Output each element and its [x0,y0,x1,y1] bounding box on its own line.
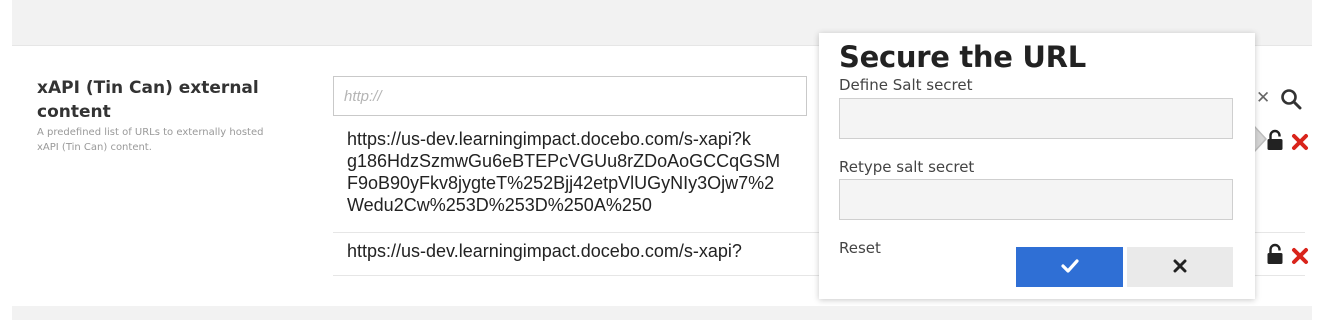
confirm-button[interactable] [1016,247,1123,287]
url-line: g186HdzSzmwGu6eBTEPcVGUu8rZDoAoGCCqGSM [347,151,781,171]
url-list-item: https://us-dev.learningimpact.docebo.com… [333,128,813,228]
url-line: Wedu2Cw%253D%253D%250A%250 [347,195,652,215]
retype-salt-label: Retype salt secret [839,158,975,176]
popover-title: Secure the URL [839,40,1086,74]
close-icon [1173,259,1187,276]
delete-icon[interactable] [1291,247,1309,270]
url-line: https://us-dev.learningimpact.docebo.com… [347,129,751,149]
field-description: A predefined list of URLs to externally … [37,127,264,153]
url-line: https://us-dev.learningimpact.docebo.com… [347,241,742,261]
clear-icon[interactable]: ✕ [1256,88,1270,108]
lock-open-icon[interactable] [1266,243,1286,270]
salt-secret-label: Define Salt secret [839,76,973,94]
url-line: F9oB90yFkv8jygteT%252Bjj42etpVlUGyNIy3Oj… [347,173,775,193]
popover-arrow [1254,126,1267,152]
search-icon[interactable] [1280,88,1302,115]
bottom-band [12,306,1312,320]
salt-secret-field[interactable] [839,98,1233,139]
retype-salt-field[interactable] [839,179,1233,220]
delete-icon[interactable] [1291,133,1309,156]
secure-url-popover: Secure the URL Define Salt secret Retype… [819,33,1255,299]
cancel-button[interactable] [1127,247,1233,287]
field-title: xAPI (Tin Can) external content [37,78,259,122]
url-list-item: https://us-dev.learningimpact.docebo.com… [333,234,813,270]
reset-link[interactable]: Reset [839,239,881,257]
lock-open-icon[interactable] [1266,129,1286,156]
check-icon [1060,258,1079,276]
url-input[interactable] [333,76,807,116]
